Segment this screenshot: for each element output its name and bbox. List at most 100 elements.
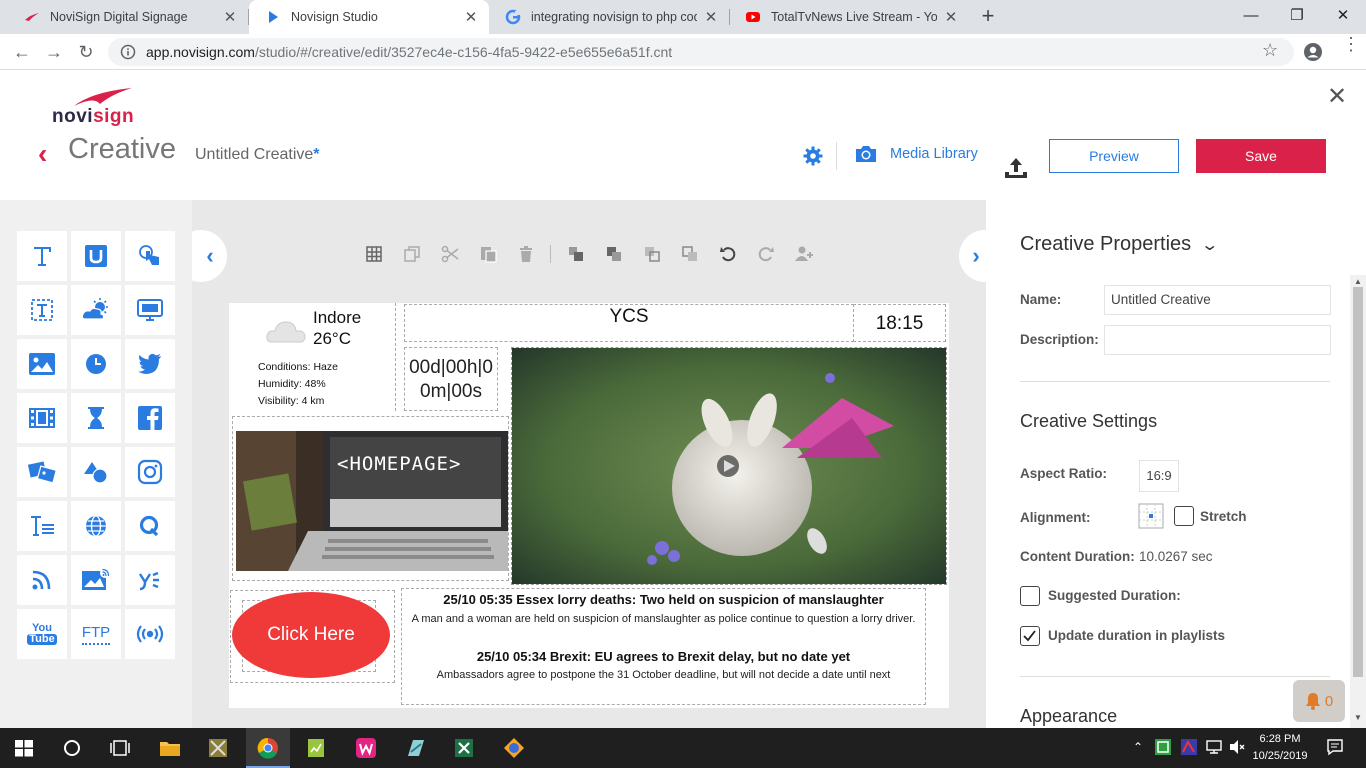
twitter-tool[interactable] [125,339,175,389]
action-center-icon[interactable] [1326,738,1344,756]
grid-icon[interactable] [364,244,384,264]
ftp-tool[interactable]: FTP [71,609,121,659]
close-tab-icon[interactable]: ✕ [703,8,719,26]
file-explorer-icon[interactable] [158,736,182,760]
click-here-button[interactable]: Click Here [232,592,390,678]
close-tab-icon[interactable]: ✕ [463,8,479,26]
send-backward-icon[interactable] [642,244,662,264]
collapse-left-panel-button[interactable]: ‹ [192,230,227,282]
scrollbar-thumb[interactable] [1353,287,1363,677]
rss-tool[interactable] [17,555,67,605]
close-tab-icon[interactable]: ✕ [222,8,238,26]
wamp-icon[interactable] [354,736,378,760]
app-icon[interactable] [502,736,526,760]
tray-chevron-icon[interactable]: ⌃ [1133,740,1143,754]
rss-text-tool[interactable] [17,285,67,335]
description-field[interactable] [1104,325,1331,355]
button-widget[interactable]: Click Here [230,590,395,683]
video-tool[interactable] [17,393,67,443]
media-library-button[interactable]: Media Library [854,144,978,164]
image-tool[interactable] [17,339,67,389]
stretch-checkbox[interactable] [1174,506,1194,526]
slideshow-tool[interactable] [17,447,67,497]
browser-tab[interactable]: NoviSign Digital Signage ✕ [8,0,248,34]
windows-start-icon[interactable] [12,736,36,760]
chrome-icon[interactable] [256,736,280,760]
close-editor-icon[interactable]: ✕ [1327,82,1347,111]
name-field[interactable]: Untitled Creative [1104,285,1331,315]
preview-button[interactable]: Preview [1049,139,1179,173]
scroll-up-icon[interactable]: ▲ [1354,277,1362,286]
broadcast-tool[interactable] [125,609,175,659]
clock-widget[interactable]: 18:15 [853,304,946,342]
collapse-right-panel-button[interactable]: › [959,230,986,282]
tray-network-app-icon[interactable] [1180,738,1198,756]
volume-muted-icon[interactable] [1228,738,1246,756]
scroll-down-icon[interactable]: ▼ [1354,713,1362,722]
creative-stage[interactable]: Indore 26°C Conditions: Haze Humidity: 4… [229,303,949,708]
clock-tool[interactable] [71,339,121,389]
ticker-tool[interactable] [71,231,121,281]
search-icon[interactable] [60,736,84,760]
screen-tool[interactable] [125,285,175,335]
save-button[interactable]: Save [1196,139,1326,173]
text-tool[interactable] [17,231,67,281]
close-window-icon[interactable]: ✕ [1320,0,1366,34]
restore-icon[interactable]: ❐ [1274,0,1320,34]
weather-tool[interactable] [71,285,121,335]
bring-forward-icon[interactable] [604,244,624,264]
back-icon[interactable]: ← [12,42,32,62]
browser-tab[interactable]: TotalTvNews Live Stream - YouTu ✕ [729,0,969,34]
redo-icon[interactable] [756,244,776,264]
notifications-button[interactable]: 0 [1293,680,1345,722]
alignment-grid-icon[interactable] [1138,503,1164,529]
back-chevron-icon[interactable]: ‹ [38,138,47,170]
image-widget[interactable]: <HOMEPAGE> [232,416,509,581]
send-back-icon[interactable] [680,244,700,264]
address-bar[interactable]: app.novisign.com/studio/#/creative/edit/… [108,38,1294,66]
shapes-tool[interactable] [71,447,121,497]
tools-app-icon[interactable] [206,736,230,760]
suggested-duration-checkbox[interactable] [1020,586,1040,606]
notepadpp-icon[interactable] [404,736,428,760]
news-ticker-widget[interactable]: 25/10 05:35 Essex lorry deaths: Two held… [401,588,926,705]
video-widget[interactable] [511,347,947,585]
weather-widget[interactable]: Indore 26°C Conditions: Haze Humidity: 4… [229,303,395,411]
system-clock[interactable]: 6:28 PM 10/25/2019 [1252,731,1308,765]
profile-icon[interactable] [1303,42,1323,62]
countdown-widget[interactable]: 00d|00h|0 0m|00s [404,347,498,411]
forward-icon[interactable]: → [44,42,64,62]
reload-icon[interactable]: ↻ [76,42,96,62]
text-list-tool[interactable] [17,501,67,551]
task-view-icon[interactable] [108,736,132,760]
excel-icon[interactable] [452,736,476,760]
minimize-icon[interactable]: — [1228,0,1274,34]
title-text-widget[interactable]: YCS [404,304,854,342]
browser-tab-active[interactable]: Novisign Studio ✕ [249,0,489,34]
new-tab-button[interactable]: + [976,4,1000,28]
upload-icon[interactable] [1003,156,1029,182]
notepad-icon[interactable] [304,736,328,760]
instagram-tool[interactable] [125,447,175,497]
touch-tool[interactable] [125,231,175,281]
panel-scrollbar[interactable]: ▲ ▼ [1350,275,1366,728]
web-tool[interactable] [71,501,121,551]
properties-title[interactable]: Creative Properties ⌄ [1020,233,1219,256]
update-duration-checkbox[interactable] [1020,626,1040,646]
duplicate-icon[interactable] [402,244,422,264]
bring-front-icon[interactable] [566,244,586,264]
delete-icon[interactable] [516,244,536,264]
creative-name-title[interactable]: Untitled Creative* [195,146,320,164]
settings-gear-icon[interactable] [803,146,823,166]
yelp-tool[interactable] [125,555,175,605]
menu-dots-icon[interactable]: ⋮ [1342,35,1360,53]
network-icon[interactable] [1205,738,1223,756]
browser-tab[interactable]: integrating novisign to php code ✕ [489,0,729,34]
info-icon[interactable] [120,44,136,60]
youtube-tool[interactable]: You Tube [17,609,67,659]
tray-green-app-icon[interactable] [1154,738,1172,756]
q-tool[interactable] [125,501,175,551]
aspect-ratio-select[interactable]: 16:9 [1139,460,1179,492]
countdown-tool[interactable] [71,393,121,443]
close-tab-icon[interactable]: ✕ [943,8,959,26]
